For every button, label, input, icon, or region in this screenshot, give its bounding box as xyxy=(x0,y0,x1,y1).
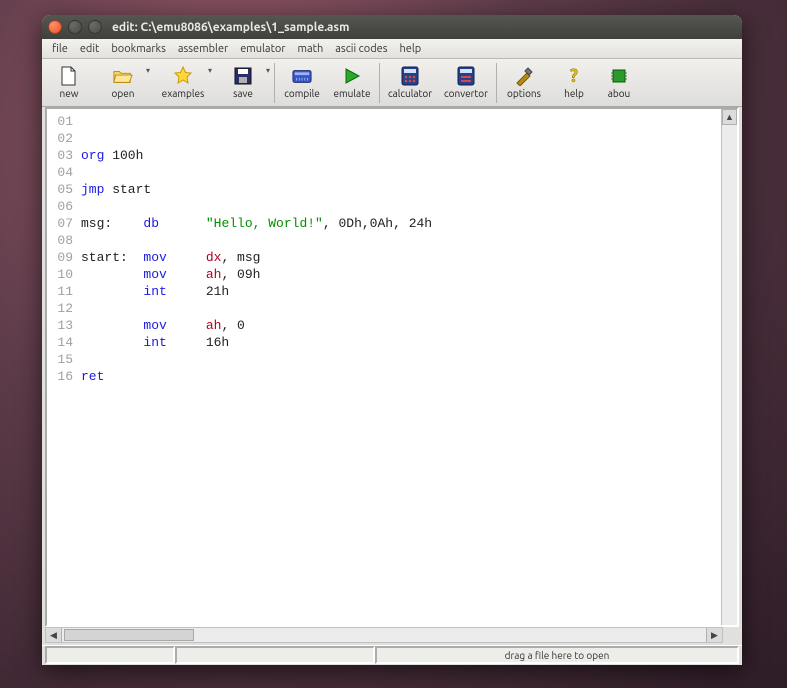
toolbar-label: convertor xyxy=(444,88,488,99)
star-icon xyxy=(173,66,193,86)
calculator-button[interactable]: calculator xyxy=(382,60,438,106)
work-area: 01 02 03 04 05 06 07 08 09 10 11 12 13 1… xyxy=(42,107,742,645)
emulate-button[interactable]: emulate xyxy=(327,60,377,106)
options-button[interactable]: options xyxy=(499,60,549,106)
toolbar-label: compile xyxy=(284,88,320,99)
menu-file[interactable]: file xyxy=(46,41,74,57)
play-icon xyxy=(342,66,362,86)
line-number-gutter: 01 02 03 04 05 06 07 08 09 10 11 12 13 1… xyxy=(47,109,77,625)
convertor-icon xyxy=(456,66,476,86)
menu-bookmarks[interactable]: bookmarks xyxy=(105,41,172,57)
toolbar: new open ▾ examples ▾ save ▾ xyxy=(42,59,742,107)
toolbar-label: emulate xyxy=(333,88,370,99)
status-pane-1 xyxy=(45,646,175,664)
menu-math[interactable]: math xyxy=(292,41,330,57)
compile-button[interactable]: compile xyxy=(277,60,327,106)
window-title: edit: C:\emu8086\examples\1_sample.asm xyxy=(112,21,349,34)
scroll-up-icon[interactable]: ▲ xyxy=(722,109,737,125)
about-button[interactable]: abou xyxy=(599,60,639,106)
toolbar-separator xyxy=(496,63,497,103)
maximize-icon[interactable] xyxy=(88,20,102,34)
status-drop-hint[interactable]: drag a file here to open xyxy=(375,646,739,664)
code-editor[interactable]: org 100h jmp start msg: db "Hello, World… xyxy=(77,109,721,625)
help-icon: ? xyxy=(564,66,584,86)
status-pane-2 xyxy=(175,646,375,664)
tools-icon xyxy=(514,66,534,86)
application-window: edit: C:\emu8086\examples\1_sample.asm f… xyxy=(42,15,742,665)
toolbar-label: examples xyxy=(162,88,205,99)
new-file-icon xyxy=(59,66,79,86)
svg-text:?: ? xyxy=(570,66,578,86)
close-icon[interactable] xyxy=(48,20,62,34)
chevron-down-icon[interactable]: ▾ xyxy=(266,66,270,75)
vertical-scrollbar[interactable]: ▲ xyxy=(721,109,737,625)
toolbar-separator xyxy=(274,63,275,103)
save-button[interactable]: save ▾ xyxy=(214,60,272,106)
toolbar-label: new xyxy=(60,88,79,99)
menu-assembler[interactable]: assembler xyxy=(172,41,234,57)
help-button[interactable]: ? help xyxy=(549,60,599,106)
horizontal-scrollbar[interactable]: ◀ ▶ xyxy=(45,627,723,643)
titlebar[interactable]: edit: C:\emu8086\examples\1_sample.asm xyxy=(42,15,742,39)
scroll-left-icon[interactable]: ◀ xyxy=(46,628,62,642)
chevron-down-icon[interactable]: ▾ xyxy=(146,66,150,75)
toolbar-label: open xyxy=(112,88,135,99)
convertor-button[interactable]: convertor xyxy=(438,60,494,106)
scroll-corner xyxy=(723,627,739,643)
examples-button[interactable]: examples ▾ xyxy=(152,60,214,106)
toolbar-label: help xyxy=(564,88,584,99)
toolbar-label: save xyxy=(233,88,253,99)
statusbar: drag a file here to open xyxy=(42,645,742,665)
menu-emulator[interactable]: emulator xyxy=(234,41,291,57)
chip-icon xyxy=(609,66,629,86)
toolbar-label: options xyxy=(507,88,541,99)
toolbar-label: abou xyxy=(608,88,631,99)
scroll-right-icon[interactable]: ▶ xyxy=(706,628,722,642)
editor: 01 02 03 04 05 06 07 08 09 10 11 12 13 1… xyxy=(45,107,739,627)
compile-icon xyxy=(292,66,312,86)
scroll-thumb[interactable] xyxy=(64,629,194,641)
menu-edit[interactable]: edit xyxy=(74,41,106,57)
chevron-down-icon[interactable]: ▾ xyxy=(208,66,212,75)
open-folder-icon xyxy=(113,66,133,86)
menu-ascii-codes[interactable]: ascii codes xyxy=(329,41,393,57)
horizontal-scrollbar-wrap: ◀ ▶ xyxy=(45,627,739,643)
save-icon xyxy=(233,66,253,86)
open-button[interactable]: open ▾ xyxy=(94,60,152,106)
menu-help[interactable]: help xyxy=(393,41,427,57)
new-button[interactable]: new xyxy=(44,60,94,106)
toolbar-separator xyxy=(379,63,380,103)
menubar: file edit bookmarks assembler emulator m… xyxy=(42,39,742,59)
minimize-icon[interactable] xyxy=(68,20,82,34)
calculator-icon xyxy=(400,66,420,86)
toolbar-label: calculator xyxy=(388,88,432,99)
